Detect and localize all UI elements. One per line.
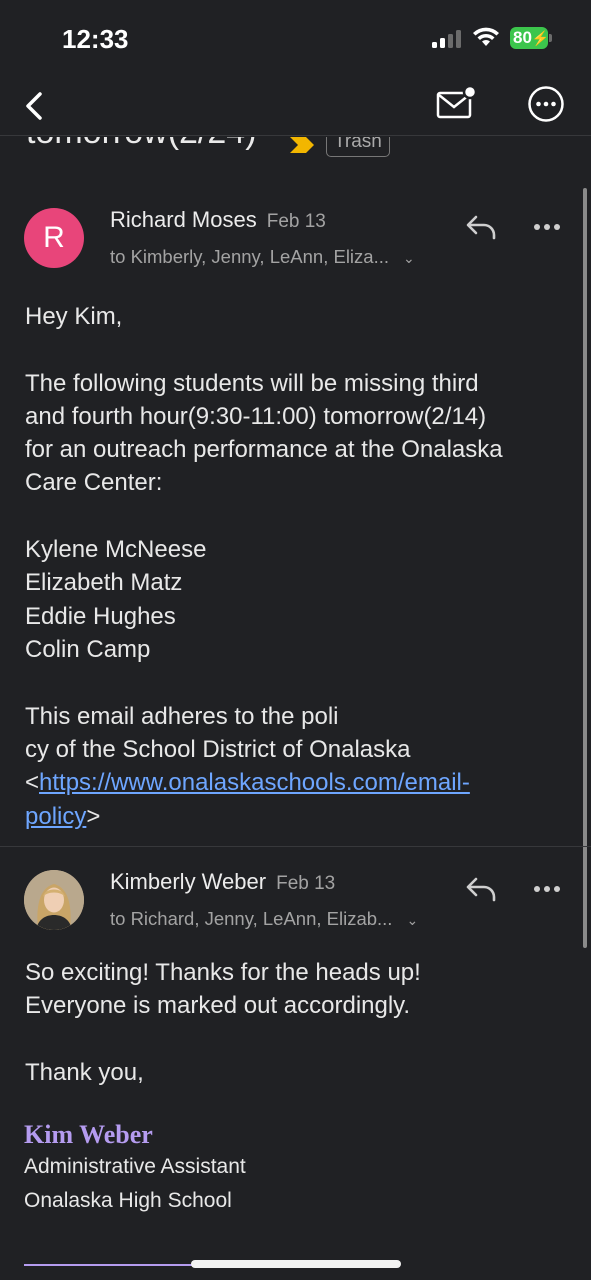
status-bar: 12:33 80⚡: [0, 0, 591, 80]
mail-unread-icon[interactable]: [434, 84, 478, 124]
profile-photo-icon: [24, 870, 84, 930]
signature-divider: [24, 1264, 194, 1266]
email-subject: tomorrow(2/24): [26, 137, 257, 152]
avatar: [24, 870, 84, 930]
sender-line: Richard Moses Feb 13: [110, 207, 326, 233]
message-header-2[interactable]: Kimberly Weber Feb 13 to Richard, Jenny, …: [0, 852, 591, 942]
status-time: 12:33: [62, 24, 129, 54]
scrollbar[interactable]: [583, 188, 587, 948]
trash-label-chip[interactable]: Trash: [326, 137, 390, 157]
reply-icon[interactable]: [464, 874, 500, 904]
wifi-icon: [473, 27, 499, 46]
policy-link-cont[interactable]: policy: [25, 803, 86, 830]
message-date: Feb 13: [266, 211, 326, 232]
battery-indicator: 80⚡: [510, 27, 550, 49]
home-indicator[interactable]: [191, 1260, 401, 1268]
charging-bolt-icon: ⚡: [531, 30, 550, 46]
message-header[interactable]: R Richard Moses Feb 13 to Kimberly, Jenny…: [0, 190, 591, 280]
signature-school: Onalaska High School: [24, 1189, 232, 1212]
policy-link[interactable]: https://www.onalaskaschools.com/email-: [39, 769, 470, 796]
message-body-2: So exciting! Thanks for the heads up! Ev…: [25, 959, 421, 1086]
battery-cap: [549, 34, 552, 42]
signal-icon: [432, 30, 462, 48]
gt-bracket: >: [86, 803, 101, 830]
more-circle-icon[interactable]: [526, 84, 566, 124]
recipients-toggle[interactable]: to Richard, Jenny, LeAnn, Elizab... ⌄: [110, 908, 418, 930]
sender-name: Kimberly Weber: [110, 869, 267, 894]
message-divider: [0, 846, 591, 847]
chevron-down-icon: ⌄: [403, 250, 415, 266]
subject-row: tomorrow(2/24) Trash: [0, 137, 591, 163]
avatar: R: [24, 208, 84, 268]
message-body: Hey Kim, The following students will be …: [25, 303, 503, 763]
signature-title: Administrative Assistant: [24, 1155, 246, 1178]
sender-line: Kimberly Weber Feb 13: [110, 869, 335, 895]
recipients-text: to Kimberly, Jenny, LeAnn, Eliza...: [110, 246, 389, 267]
policy-link-line: <https://www.onalaskaschools.com/email-: [25, 766, 470, 799]
chevron-left-icon[interactable]: [18, 86, 52, 126]
reply-icon[interactable]: [464, 212, 500, 242]
policy-link-line-2: policy>: [25, 800, 100, 833]
recipients-toggle[interactable]: to Kimberly, Jenny, LeAnn, Eliza... ⌄: [110, 246, 415, 268]
signature-name: Kim Weber: [24, 1120, 153, 1149]
sender-name: Richard Moses: [110, 207, 257, 232]
lt-bracket: <: [25, 769, 40, 796]
nav-bar: [0, 80, 591, 136]
recipients-text: to Richard, Jenny, LeAnn, Elizab...: [110, 908, 393, 929]
message-date: Feb 13: [276, 873, 336, 894]
more-horizontal-icon[interactable]: [534, 886, 562, 894]
battery-level: 80: [513, 28, 532, 47]
more-horizontal-icon[interactable]: [534, 224, 562, 232]
chevron-down-icon: ⌄: [406, 912, 419, 928]
important-label-icon: [290, 137, 314, 153]
